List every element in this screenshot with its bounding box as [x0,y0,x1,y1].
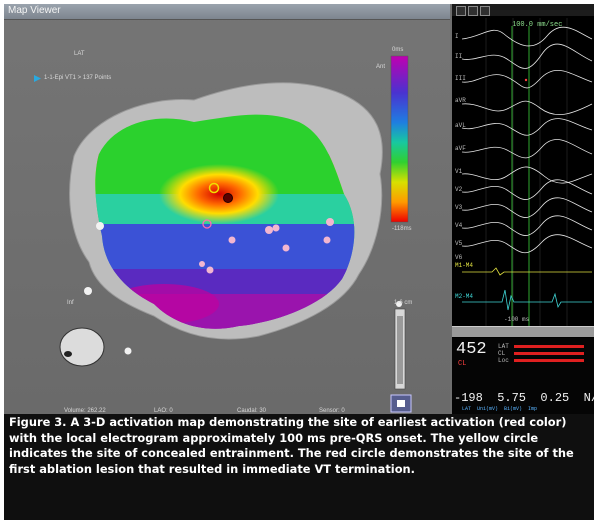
map-play-icon [34,75,41,82]
measurement-values: -198 5.75 0.25 N/A [454,391,594,405]
lead-label-aVR: aVR [455,97,466,104]
cycle-length-label: CL [458,360,467,368]
lead-label-aVL: aVL [455,122,466,129]
lead-label-V3: V3 [455,204,463,211]
color-scale-bar [390,55,409,223]
lead-label-III: III [455,75,466,82]
map-lat-label: LAT [74,51,85,57]
legend-bar-lat [514,345,584,348]
timing-marker: -100 ms [504,316,530,323]
cycle-length-value: 452 [456,340,487,359]
lead-label-V1: V1 [455,168,463,175]
readout-panel: 452 CL LAT CL Loc -198 5.75 0.25 N/A LAT… [452,338,594,414]
ablation-lesion [223,193,233,203]
legend-cl: CL [498,350,506,357]
legend-loc: Loc [498,357,509,364]
colorbar-top-label: 0ms [392,47,404,53]
legend-bar-loc [514,359,584,362]
map-inf-label: Inf [67,300,74,306]
egm-traces [461,18,593,326]
lead-label-aVF: aVF [455,145,466,152]
lead-label-V2: V2 [455,186,463,193]
legend-bar-cl [514,352,584,355]
orientation-head-icon [59,327,105,367]
lead-label-V6: V6 [455,254,463,261]
lead-label-I: I [455,33,459,40]
window-label: 1-6 cm [394,300,413,306]
legend-lat: LAT [498,343,509,350]
measurement-units: LAT Uni(mV) Bi(mV) Imp [462,406,538,412]
map-name: 1-1-Epi VT1 > 137 Points [44,75,112,81]
map-ant-label: Ant [376,64,386,70]
lead-label-M1-M4: M1-M4 [455,262,474,269]
figure-caption: Figure 3. A 3-D activation map demonstra… [9,415,574,476]
time-ruler[interactable] [452,326,594,337]
lead-label-V5: V5 [455,240,463,247]
colorbar-bottom-label: -118ms [392,226,412,232]
lead-label-II: II [455,53,463,60]
lead-label-V4: V4 [455,222,463,229]
map-viewer-pane: Map Viewer LAT 1-1-Epi VT1 > 137 Points … [4,4,450,414]
electrogram-pane: 100.0 mm/sec I II III aVR aVL aVF V1 V2 … [452,4,594,414]
lead-label-M2-M4: M2-M4 [455,293,474,300]
